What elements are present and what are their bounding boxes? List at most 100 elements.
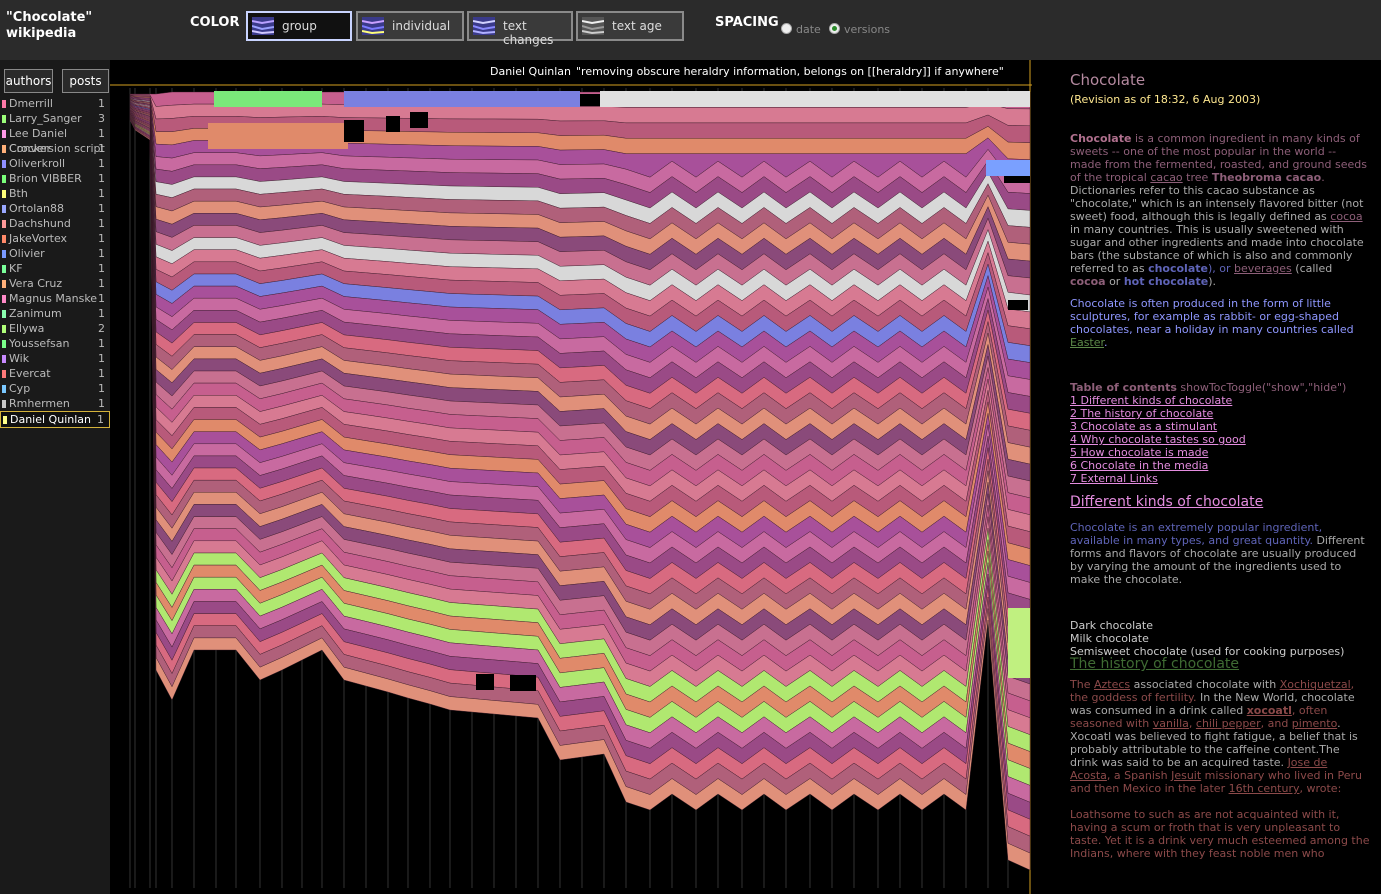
top-toolbar: "Chocolate" wikipedia COLOR group indivi… <box>0 0 1381 60</box>
toc-link[interactable]: 7 External Links <box>1070 472 1370 485</box>
toc-link[interactable]: 3 Chocolate as a stimulant <box>1070 420 1370 433</box>
author-post-count: 1 <box>98 262 105 275</box>
author-row[interactable]: Evercat 1 <box>0 366 110 381</box>
author-name: Evercat <box>9 367 51 380</box>
author-post-count: 1 <box>98 187 105 200</box>
author-name: Bth <box>9 187 28 200</box>
author-row[interactable]: Rmhermen 1 <box>0 396 110 411</box>
author-row[interactable]: JakeVortex 1 <box>0 231 110 246</box>
toc-link[interactable]: 4 Why chocolate tastes so good <box>1070 433 1370 446</box>
author-post-count: 1 <box>98 142 105 155</box>
author-post-count: 1 <box>98 337 105 350</box>
author-name: Dmerrill <box>9 97 53 110</box>
author-row[interactable]: Vera Cruz 1 <box>0 276 110 291</box>
insertion-block <box>986 160 1030 176</box>
author-row[interactable]: Dachshund 1 <box>0 216 110 231</box>
author-color-chip <box>2 220 6 228</box>
heading-history[interactable]: The history of chocolate <box>1070 657 1370 671</box>
insertion-block <box>344 91 580 107</box>
author-row[interactable]: Daniel Quinlan 1 <box>0 411 110 428</box>
author-post-count: 1 <box>98 232 105 245</box>
author-post-count: 1 <box>98 367 105 380</box>
author-post-count: 1 <box>97 413 104 426</box>
author-post-count: 1 <box>98 352 105 365</box>
author-post-count: 1 <box>98 172 105 185</box>
author-color-chip <box>2 280 6 288</box>
kinds-list-item: Milk chocolate <box>1070 632 1149 645</box>
author-color-chip <box>2 130 6 138</box>
deletion-gap <box>510 675 536 691</box>
history-flow-canvas[interactable] <box>110 60 1050 894</box>
author-color-chip <box>2 265 6 273</box>
spacing-date-radio[interactable]: date <box>781 23 821 36</box>
spacing-date-label: date <box>796 23 821 36</box>
heading-kinds[interactable]: Different kinds of chocolate <box>1070 495 1370 509</box>
author-post-count: 1 <box>98 292 105 305</box>
author-color-chip <box>3 416 7 424</box>
author-name: Wik <box>9 352 30 365</box>
color-text-changes-button[interactable]: text changes <box>467 11 573 47</box>
toc-toggle[interactable]: showTocToggle("show","hide") <box>1180 381 1346 394</box>
author-row[interactable]: Conversion script 1 <box>0 141 110 156</box>
author-name: Ellywa <box>9 322 45 335</box>
article-intro-paragraph: Chocolate is a common ingredient in many… <box>1070 132 1367 288</box>
posts-tab[interactable]: posts <box>62 69 109 93</box>
author-row[interactable]: KF 1 <box>0 261 110 276</box>
author-row[interactable]: Bth 1 <box>0 186 110 201</box>
author-name: Cyp <box>9 382 31 395</box>
color-individual-button[interactable]: individual <box>356 11 464 41</box>
author-name: Ortolan88 <box>9 202 64 215</box>
quote-paragraph: Loathsome to such as are not acquainted … <box>1070 808 1370 860</box>
author-post-count: 1 <box>98 157 105 170</box>
author-post-count: 2 <box>98 322 105 335</box>
author-color-chip <box>2 355 6 363</box>
history-flow-visualization[interactable] <box>110 60 1050 894</box>
author-color-chip <box>2 145 6 153</box>
text-age-swatch-icon <box>582 17 604 35</box>
color-text-age-button[interactable]: text age <box>576 11 684 41</box>
toc-link[interactable]: 1 Different kinds of chocolate <box>1070 394 1370 407</box>
author-name: Vera Cruz <box>9 277 63 290</box>
author-row[interactable]: Larry_Sanger 3 <box>0 111 110 126</box>
author-row[interactable]: Brion VIBBER 1 <box>0 171 110 186</box>
article-title: Chocolate <box>1070 71 1146 89</box>
author-post-count: 1 <box>98 217 105 230</box>
article-panel: Chocolate (Revision as of 18:32, 6 Aug 2… <box>1032 60 1381 894</box>
toc-list: 1 Different kinds of chocolate 2 The hist… <box>1070 394 1370 485</box>
author-row[interactable]: Youssefsan 1 <box>0 336 110 351</box>
author-row[interactable]: Magnus Manske 1 <box>0 291 110 306</box>
insertion-block <box>208 123 348 149</box>
author-row[interactable]: Olivier 1 <box>0 246 110 261</box>
radio-off-icon <box>781 23 792 34</box>
author-row[interactable]: Ellywa 2 <box>0 321 110 336</box>
author-row[interactable]: Cyp 1 <box>0 381 110 396</box>
author-color-chip <box>2 310 6 318</box>
author-row[interactable]: Oliverkroll 1 <box>0 156 110 171</box>
author-row[interactable]: Lee Daniel Crocker 1 <box>0 126 110 155</box>
color-group-button[interactable]: group <box>246 11 352 41</box>
author-color-chip <box>2 325 6 333</box>
author-color-chip <box>2 400 6 408</box>
kinds-list: Dark chocolate Milk chocolate Semisweet ch… <box>1070 619 1370 658</box>
authors-tab[interactable]: authors <box>4 69 53 93</box>
insertion-block <box>214 91 322 107</box>
toc-link[interactable]: 6 Chocolate in the media <box>1070 459 1370 472</box>
group-swatch-icon <box>252 17 274 35</box>
radio-on-icon <box>829 23 840 34</box>
author-color-chip <box>2 160 6 168</box>
spacing-label: SPACING <box>715 15 779 30</box>
author-post-count: 1 <box>98 127 105 140</box>
author-row[interactable]: Ortolan88 1 <box>0 201 110 216</box>
article-easter-paragraph: Chocolate is often produced in the form … <box>1070 297 1354 349</box>
author-color-chip <box>2 175 6 183</box>
author-row[interactable]: Zanimum 1 <box>0 306 110 321</box>
author-row[interactable]: Wik 1 <box>0 351 110 366</box>
author-row[interactable]: Dmerrill 1 <box>0 96 110 111</box>
author-list: Dmerrill 1 Larry_Sanger 3 Lee Daniel Crocker… <box>0 96 110 428</box>
author-name: Youssefsan <box>9 337 70 350</box>
toc-link[interactable]: 2 The history of chocolate <box>1070 407 1370 420</box>
author-name: Conversion script <box>9 142 105 155</box>
author-post-count: 1 <box>98 202 105 215</box>
toc-link[interactable]: 5 How chocolate is made <box>1070 446 1370 459</box>
spacing-versions-radio[interactable]: versions <box>829 23 890 36</box>
